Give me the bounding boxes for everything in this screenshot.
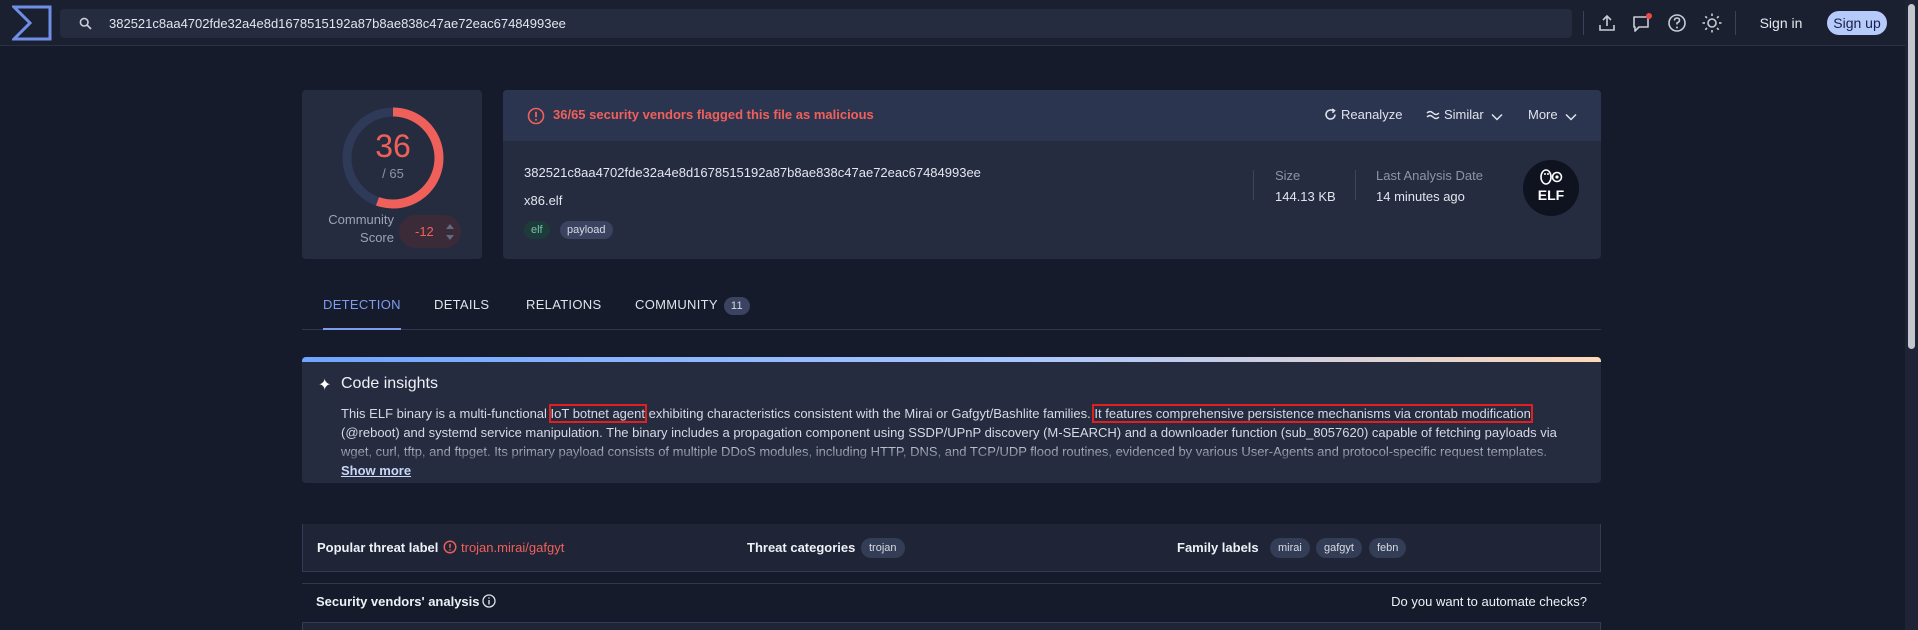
reanalyze-label: Reanalyze xyxy=(1341,107,1403,122)
text-fade-overlay xyxy=(341,444,1571,464)
top-bar: Sign in Sign up xyxy=(0,0,1905,46)
toolbar-divider xyxy=(1735,11,1736,35)
show-more-link[interactable]: Show more xyxy=(341,463,411,478)
help-icon[interactable] xyxy=(1666,12,1688,34)
search-bar[interactable] xyxy=(60,9,1572,38)
info-icon[interactable] xyxy=(482,594,496,608)
family-labels-title: Family labels xyxy=(1177,540,1259,555)
insights-text-segment: exhibiting characteristics consistent wi… xyxy=(644,406,1095,421)
more-dropdown[interactable]: More xyxy=(1528,107,1581,122)
similar-label: Similar xyxy=(1444,107,1484,122)
tab-relations[interactable]: RELATIONS xyxy=(526,290,601,330)
alert-circle-icon xyxy=(443,540,457,554)
vote-up-icon[interactable] xyxy=(446,224,454,229)
family-pill[interactable]: gafgyt xyxy=(1316,538,1362,558)
community-score-value: -12 xyxy=(415,224,434,239)
tab-community[interactable]: COMMUNITY 11 xyxy=(635,290,750,330)
community-count-badge: 11 xyxy=(723,297,750,315)
toolbar-divider xyxy=(1583,11,1584,35)
scrollbar-thumb[interactable] xyxy=(1908,4,1915,349)
automate-checks-link[interactable]: Do you want to automate checks? xyxy=(1391,594,1587,609)
insights-text-segment: This ELF binary is a multi-functional xyxy=(341,406,551,421)
similar-icon xyxy=(1426,110,1440,120)
page-scrollbar[interactable] xyxy=(1905,0,1918,630)
sign-in-link[interactable]: Sign in xyxy=(1752,12,1810,34)
sign-up-button[interactable]: Sign up xyxy=(1827,11,1887,35)
highlighted-phrase: IoT botnet agent xyxy=(548,404,647,423)
tag-elf[interactable]: elf xyxy=(524,221,550,239)
theme-toggle-sun-icon[interactable] xyxy=(1701,12,1723,34)
meta-divider xyxy=(1355,170,1356,200)
detection-count: 36 xyxy=(375,128,411,164)
refresh-icon xyxy=(1325,108,1336,120)
vote-down-icon[interactable] xyxy=(446,235,454,240)
tab-details[interactable]: DETAILS xyxy=(434,290,489,330)
file-type-badge: ELF xyxy=(1523,160,1579,216)
threat-categories-title: Threat categories xyxy=(747,540,856,555)
search-input[interactable] xyxy=(109,9,1549,38)
reanalyze-button[interactable]: Reanalyze xyxy=(1324,107,1402,122)
size-value: 144.13 KB xyxy=(1275,189,1336,204)
last-analysis-label: Last Analysis Date xyxy=(1376,168,1483,183)
category-pill[interactable]: trojan xyxy=(861,538,905,558)
tab-detection[interactable]: DETECTION xyxy=(323,290,401,330)
size-label: Size xyxy=(1275,168,1301,183)
sparkle-icon: ✦ xyxy=(318,377,332,394)
family-pill[interactable]: mirai xyxy=(1270,538,1310,558)
code-insights-title: Code insights xyxy=(341,375,438,392)
chevron-down-icon xyxy=(1565,113,1577,121)
linux-tux-icon xyxy=(1540,169,1563,185)
malicious-alert-text: 36/65 security vendors flagged this file… xyxy=(553,107,874,122)
highlighted-phrase: It features comprehensive persistence me… xyxy=(1092,404,1533,423)
report-tabs: DETECTION DETAILS RELATIONS COMMUNITY 11 xyxy=(302,290,1601,330)
tab-community-label: COMMUNITY xyxy=(635,297,718,312)
code-insights-panel: ✦ Code insights This ELF binary is a mul… xyxy=(302,357,1601,483)
community-score-widget: -12 xyxy=(399,215,461,248)
file-type-label: ELF xyxy=(1537,187,1565,203)
file-summary-card: 36/65 security vendors flagged this file… xyxy=(503,90,1601,259)
insights-accent-bar xyxy=(302,357,1601,362)
similar-dropdown[interactable]: Similar xyxy=(1426,107,1507,122)
virustotal-logo-icon[interactable] xyxy=(12,5,52,41)
notifications-chat-icon[interactable] xyxy=(1631,12,1653,34)
meta-divider xyxy=(1253,170,1254,200)
popular-threat-label-title: Popular threat label xyxy=(317,540,439,555)
detection-score-card: 36 / 65 Community Score -12 xyxy=(302,90,482,259)
security-vendors-title: Security vendors' analysis xyxy=(316,594,480,609)
family-pill[interactable]: febn xyxy=(1369,538,1407,558)
chevron-down-icon xyxy=(1491,113,1503,121)
file-hash[interactable]: 382521c8aa4702fde32a4e8d1678515192a87b8a… xyxy=(524,165,981,180)
upload-icon[interactable] xyxy=(1596,12,1618,34)
detection-total: / 65 xyxy=(382,166,404,181)
last-analysis-value: 14 minutes ago xyxy=(1376,189,1465,204)
vendors-table xyxy=(302,622,1601,630)
file-name: x86.elf xyxy=(524,193,563,208)
community-score-label: Community Score xyxy=(328,212,394,245)
tag-payload[interactable]: payload xyxy=(560,221,613,239)
alert-circle-icon xyxy=(527,107,545,125)
more-label: More xyxy=(1528,107,1558,122)
malicious-alert-bar: 36/65 security vendors flagged this file… xyxy=(503,90,1601,141)
search-icon xyxy=(79,17,92,30)
popular-threat-value: trojan.mirai/gafgyt xyxy=(461,540,565,555)
popular-threat-label[interactable]: trojan.mirai/gafgyt xyxy=(443,540,564,555)
threat-labels-row: Popular threat label trojan.mirai/gafgyt… xyxy=(302,524,1601,572)
